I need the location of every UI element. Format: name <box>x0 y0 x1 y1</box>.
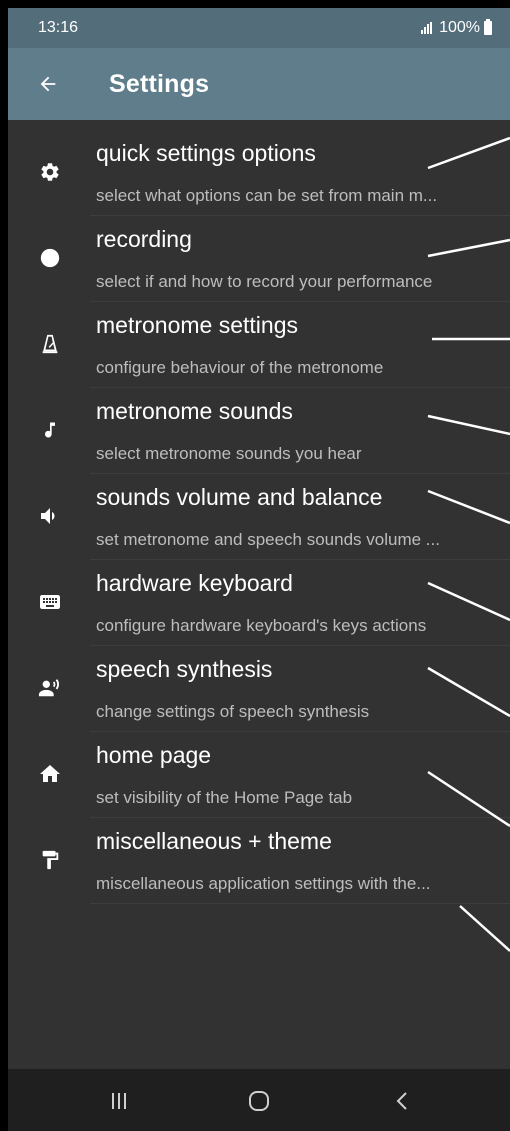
settings-item-title: sounds volume and balance <box>96 484 383 510</box>
status-time: 13:16 <box>38 19 79 36</box>
settings-item-title: metronome settings <box>96 312 298 338</box>
settings-item-sounds-volume[interactable]: sounds volume and balance set metronome … <box>8 474 510 560</box>
page-title: Settings <box>109 70 210 98</box>
settings-item-subtitle: change settings of speech synthesis <box>96 702 370 721</box>
battery-percentage: 100% <box>439 19 480 36</box>
settings-item-metronome-sounds[interactable]: metronome sounds select metronome sounds… <box>8 388 510 474</box>
settings-item-title: recording <box>96 226 192 252</box>
settings-item-title: metronome sounds <box>96 398 293 424</box>
settings-item-metronome-settings[interactable]: metronome settings configure behaviour o… <box>8 302 510 388</box>
system-navigation-bar <box>8 1069 510 1131</box>
metronome-icon <box>38 332 62 356</box>
back-chevron-icon <box>396 1092 407 1110</box>
screen: 13:16 100% Settings quick settings optio… <box>8 8 510 1131</box>
settings-item-quick-settings[interactable]: quick settings options select what optio… <box>8 130 510 216</box>
status-bar: 13:16 100% <box>8 8 510 48</box>
settings-item-miscellaneous-theme[interactable]: miscellaneous + theme miscellaneous appl… <box>8 818 510 904</box>
app-bar: Settings <box>8 48 510 120</box>
music-note-icon <box>38 418 62 442</box>
status-indicators: 100% <box>421 19 492 37</box>
settings-item-subtitle: miscellaneous application settings with … <box>96 874 431 893</box>
settings-item-title: quick settings options <box>96 140 316 166</box>
settings-item-title: speech synthesis <box>96 656 273 682</box>
settings-list: quick settings options select what optio… <box>8 130 510 904</box>
pointer-line <box>459 905 510 952</box>
divider <box>90 903 510 904</box>
settings-item-subtitle: set metronome and speech sounds volume .… <box>96 530 440 549</box>
recent-apps-icon <box>112 1093 126 1109</box>
record-dot-icon <box>38 246 62 270</box>
settings-item-title: hardware keyboard <box>96 570 293 596</box>
settings-item-subtitle: configure behaviour of the metronome <box>96 358 384 377</box>
settings-item-speech-synthesis[interactable]: speech synthesis change settings of spee… <box>8 646 510 732</box>
volume-icon <box>38 504 62 528</box>
settings-item-subtitle: set visibility of the Home Page tab <box>96 788 353 807</box>
settings-item-recording[interactable]: recording select if and how to record yo… <box>8 216 510 302</box>
settings-item-subtitle: configure hardware keyboard's keys actio… <box>96 616 427 635</box>
keyboard-icon <box>38 590 62 614</box>
settings-item-home-page[interactable]: home page set visibility of the Home Pag… <box>8 732 510 818</box>
settings-item-subtitle: select what options can be set from main… <box>96 186 438 205</box>
home-button[interactable] <box>244 1086 274 1116</box>
gear-icon <box>38 160 62 184</box>
settings-item-subtitle: select metronome sounds you hear <box>96 444 362 463</box>
back-button[interactable] <box>30 66 66 102</box>
home-icon <box>38 762 62 786</box>
speaking-person-icon <box>38 676 62 700</box>
settings-item-subtitle: select if and how to record your perform… <box>96 272 433 291</box>
arrow-back-icon <box>40 76 56 92</box>
home-button-icon <box>249 1091 269 1111</box>
settings-item-title: miscellaneous + theme <box>96 828 332 854</box>
paint-roller-icon <box>38 848 62 872</box>
recent-apps-button[interactable] <box>104 1086 134 1116</box>
signal-icon <box>421 22 433 34</box>
settings-item-title: home page <box>96 742 212 768</box>
battery-icon <box>484 19 492 35</box>
settings-item-hardware-keyboard[interactable]: hardware keyboard configure hardware key… <box>8 560 510 646</box>
back-nav-button[interactable] <box>388 1086 418 1116</box>
